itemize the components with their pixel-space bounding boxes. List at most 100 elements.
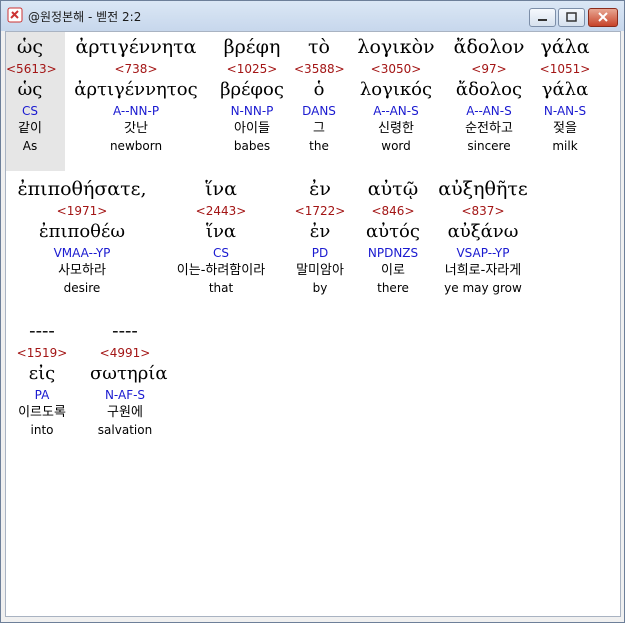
word-block[interactable]: γάλα <1051> γάλα N-AN-S 젖을 milk bbox=[534, 34, 596, 154]
app-window: @원정본해 - 벧전 2:2 ὡς <5613> ὡς CS 같이 As ἀρτ… bbox=[0, 0, 625, 623]
strong-number: <4991> bbox=[99, 346, 151, 360]
parsing-code: A--AN-S bbox=[373, 104, 419, 118]
word-block[interactable]: τὸ <3588> ὁ DANS 그 the bbox=[294, 34, 345, 154]
word-block[interactable]: αὐτῷ <846> αὐτός NPDNZS 이로 there bbox=[360, 176, 426, 296]
greek-word: τὸ bbox=[308, 36, 330, 58]
greek-word: αὐξηθῆτε bbox=[438, 178, 528, 200]
lemma: ἵνα bbox=[205, 221, 237, 242]
english-gloss: into bbox=[30, 423, 54, 437]
app-icon bbox=[7, 7, 23, 23]
greek-word: ---- bbox=[29, 320, 55, 342]
strong-number: <837> bbox=[461, 204, 505, 218]
korean-gloss: 신령한 bbox=[378, 121, 414, 136]
lemma: σωτηρία bbox=[90, 363, 168, 384]
strong-number: <738> bbox=[114, 62, 158, 76]
word-block[interactable]: αὐξηθῆτε <837> αὐξάνω VSAP--YP 너희로-자라게 y… bbox=[430, 176, 536, 296]
strong-number: <1519> bbox=[16, 346, 68, 360]
parsing-code: N-AN-S bbox=[543, 104, 587, 118]
greek-word: αὐτῷ bbox=[367, 178, 419, 200]
word-block[interactable]: λογικὸν <3050> λογικός A--AN-S 신령한 word bbox=[348, 34, 444, 154]
parsing-code: A--NN-P bbox=[112, 104, 160, 118]
english-gloss: newborn bbox=[109, 139, 163, 153]
word-block[interactable]: βρέφη <1025> βρέφος N-NN-P 아이들 babes bbox=[210, 34, 294, 154]
greek-word: ἵνα bbox=[205, 178, 237, 200]
greek-word: λογικὸν bbox=[357, 36, 435, 58]
korean-gloss: 순전하고 bbox=[465, 121, 513, 136]
english-gloss: desire bbox=[63, 281, 101, 295]
parsing-code: A--AN-S bbox=[466, 104, 512, 118]
maximize-button[interactable] bbox=[558, 8, 585, 27]
korean-gloss: 그 bbox=[313, 121, 325, 136]
korean-gloss: 말미암아 bbox=[296, 263, 344, 278]
strong-number: <5613> bbox=[6, 62, 57, 76]
greek-word: ---- bbox=[112, 320, 138, 342]
minimize-icon bbox=[538, 19, 547, 21]
greek-word: ἄδολον bbox=[453, 36, 525, 58]
english-gloss: milk bbox=[552, 139, 578, 153]
word-block[interactable]: ἄδολον <97> ἄδολος A--AN-S 순전하고 sincere bbox=[446, 34, 532, 154]
english-gloss: that bbox=[208, 281, 234, 295]
title-bar[interactable]: @원정본해 - 벧전 2:2 bbox=[1, 1, 624, 31]
korean-gloss: 사모하라 bbox=[58, 263, 106, 278]
korean-gloss: 이로 bbox=[381, 263, 405, 278]
maximize-icon bbox=[566, 12, 577, 22]
greek-word: ὡς bbox=[16, 36, 44, 58]
parsing-code: N-NN-P bbox=[230, 104, 274, 118]
strong-number: <1971> bbox=[56, 204, 108, 218]
english-gloss: word bbox=[381, 139, 411, 153]
lemma: αὐξάνω bbox=[447, 221, 519, 242]
greek-word: βρέφη bbox=[223, 36, 281, 58]
lemma: ὁ bbox=[313, 79, 325, 100]
english-gloss: by bbox=[312, 281, 328, 295]
lemma: ἐν bbox=[309, 221, 331, 242]
strong-number: <3050> bbox=[370, 62, 422, 76]
parsing-code: N-AF-S bbox=[104, 388, 146, 402]
lemma: αὐτός bbox=[366, 221, 420, 242]
parsing-code: CS bbox=[22, 104, 38, 118]
word-block[interactable]: ---- <4991> σωτηρία N-AF-S 구원에 salvation bbox=[90, 318, 168, 438]
lemma: ἀρτιγέννητος bbox=[74, 79, 198, 100]
word-block[interactable]: ἀρτιγέννητα <738> ἀρτιγέννητος A--NN-P 갓… bbox=[66, 34, 206, 154]
strong-number: <3588> bbox=[294, 62, 345, 76]
korean-gloss: 구원에 bbox=[107, 405, 143, 420]
greek-word: ἀρτιγέννητα bbox=[75, 36, 197, 58]
greek-word: ἐν bbox=[309, 178, 331, 200]
english-gloss: there bbox=[377, 281, 409, 295]
close-button[interactable] bbox=[588, 8, 618, 27]
lemma: εἰς bbox=[28, 363, 56, 384]
english-gloss: ye may grow bbox=[444, 281, 522, 295]
english-gloss: babes bbox=[233, 139, 271, 153]
strong-number: <846> bbox=[371, 204, 415, 218]
parsing-code: DANS bbox=[302, 104, 336, 118]
lemma: ἄδολος bbox=[455, 79, 523, 100]
korean-gloss: 같이 bbox=[18, 121, 42, 136]
parsing-code: PA bbox=[34, 388, 50, 402]
window-title: @원정본해 - 벧전 2:2 bbox=[28, 10, 142, 24]
close-icon bbox=[598, 12, 608, 22]
word-block[interactable]: ὡς <5613> ὡς CS 같이 As bbox=[6, 34, 57, 154]
english-gloss: salvation bbox=[97, 423, 153, 437]
parsing-code: CS bbox=[213, 246, 229, 260]
strong-number: <1722> bbox=[294, 204, 346, 218]
word-block[interactable]: ἵνα <2443> ἵνα CS 이는-하려함이라 that bbox=[162, 176, 280, 296]
korean-gloss: 너희로-자라게 bbox=[444, 263, 522, 278]
minimize-button[interactable] bbox=[529, 8, 556, 27]
lemma: βρέφος bbox=[220, 79, 284, 100]
word-block[interactable]: ἐν <1722> ἐν PD 말미암아 by bbox=[284, 176, 356, 296]
greek-word: ἐπιποθήσατε, bbox=[17, 178, 147, 200]
word-block[interactable]: ἐπιποθήσατε, <1971> ἐπιποθέω VMAA--YP 사모… bbox=[6, 176, 158, 296]
parsing-code: VSAP--YP bbox=[456, 246, 510, 260]
lemma: ὡς bbox=[17, 79, 43, 100]
strong-number: <1025> bbox=[226, 62, 278, 76]
english-gloss: As bbox=[22, 139, 38, 153]
korean-gloss: 갓난 bbox=[124, 121, 148, 136]
english-gloss: sincere bbox=[467, 139, 511, 153]
lemma: ἐπιποθέω bbox=[38, 221, 126, 242]
parsing-code: PD bbox=[311, 246, 329, 260]
lemma: γάλα bbox=[541, 79, 589, 100]
word-block[interactable]: ---- <1519> εἰς PA 이르도록 into bbox=[8, 318, 76, 438]
parsing-code: NPDNZS bbox=[367, 246, 419, 260]
greek-word: γάλα bbox=[540, 36, 590, 58]
interlinear-pane: ὡς <5613> ὡς CS 같이 As ἀρτιγέννητα <738> … bbox=[5, 31, 621, 617]
english-gloss: the bbox=[309, 139, 329, 153]
